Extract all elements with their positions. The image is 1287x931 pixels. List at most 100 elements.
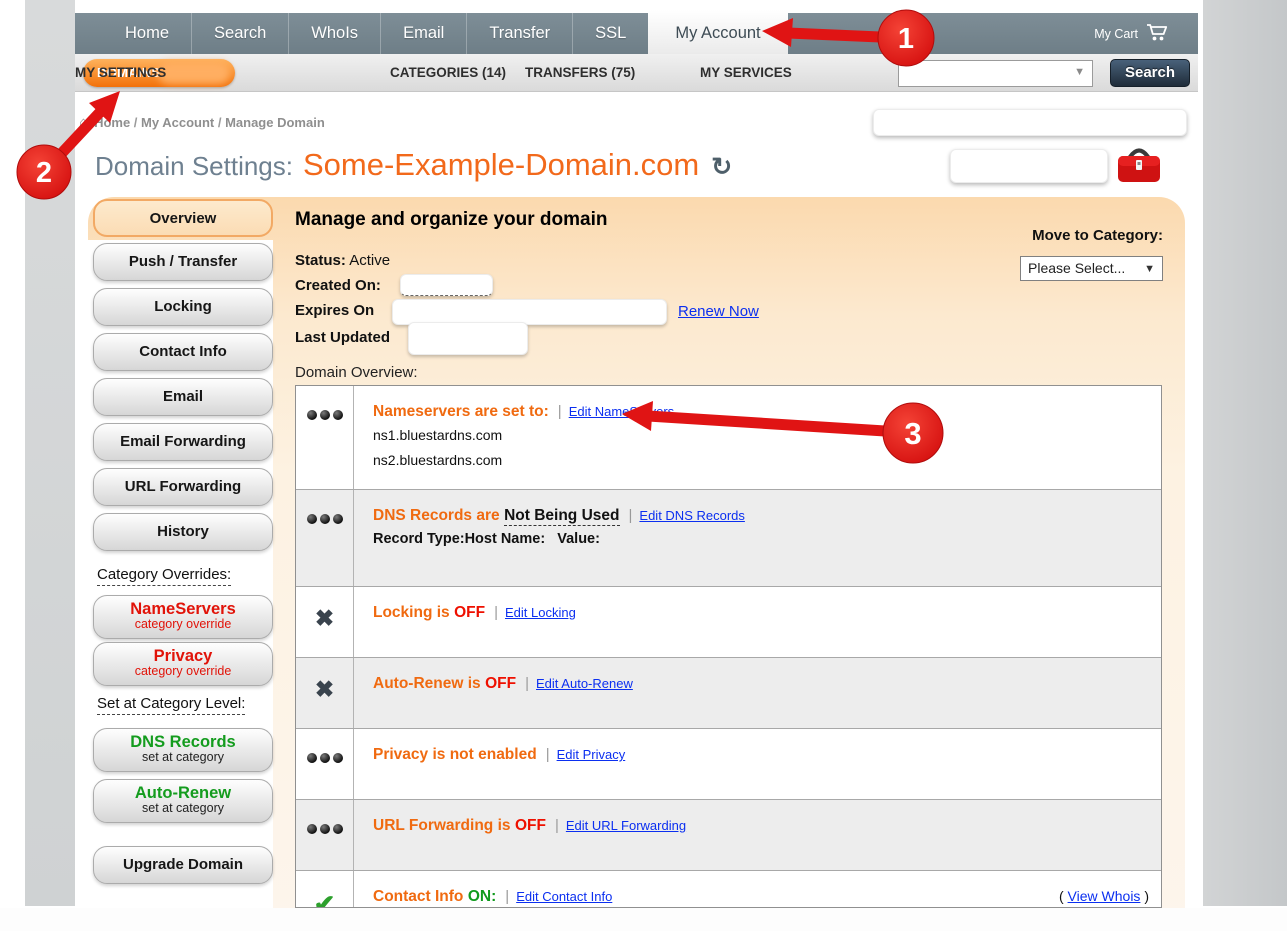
nav-tab-home[interactable]: Home: [103, 13, 191, 54]
set-at-category-label[interactable]: Set at Category Level:: [97, 695, 245, 715]
dot: [307, 410, 317, 420]
page-title: Domain Settings: Some-Example-Domain.com…: [95, 147, 732, 183]
edit-link-edit-dns-records[interactable]: Edit DNS Records: [639, 508, 744, 523]
sidebar-item-auto-renew[interactable]: Auto-Renewset at category: [93, 779, 273, 823]
sidebar-item-subtitle: category override: [94, 618, 272, 632]
sidebar-item-upgrade-domain[interactable]: Upgrade Domain: [93, 846, 273, 884]
breadcrumb-item-home[interactable]: Home: [94, 115, 130, 130]
renew-now-link[interactable]: Renew Now: [678, 303, 759, 320]
section-heading: Manage and organize your domain: [295, 209, 608, 231]
nav-tab-whois[interactable]: WhoIs: [288, 13, 380, 54]
sub-nav: DOMAINS CATEGORIES (14)TRANSFERS (75)MY …: [75, 54, 1198, 92]
row-icon-cell: [296, 729, 354, 799]
row-icon-cell: [296, 800, 354, 870]
chevron-down-icon[interactable]: ▼: [1074, 66, 1085, 78]
dot: [307, 824, 317, 834]
row-content: Nameservers are set to: | Edit NameServers…: [354, 386, 1161, 489]
row-main-text: URL Forwarding is: [373, 817, 511, 834]
row-content: Locking is OFF|Edit Locking: [354, 587, 1161, 657]
dot: [307, 753, 317, 763]
row-headline: Contact Info ON:|Edit Contact Info: [373, 888, 1141, 906]
sidebar-item-email-forwarding[interactable]: Email Forwarding: [93, 423, 273, 461]
separator: |: [546, 746, 550, 763]
sidebar-item-email[interactable]: Email: [93, 378, 273, 416]
move-to-category-label: Move to Category:: [1000, 227, 1163, 244]
edit-link-edit-locking[interactable]: Edit Locking: [505, 605, 576, 620]
more-dots-icon: [307, 753, 343, 763]
separator: |: [558, 403, 562, 420]
row-highlight-text: OFF: [515, 817, 546, 834]
sidebar-item-nameservers[interactable]: NameServerscategory override: [93, 595, 273, 639]
separator: |: [629, 507, 633, 524]
chevron-down-icon: ▼: [1144, 258, 1155, 281]
dot: [320, 753, 330, 763]
breadcrumb-item-my-account[interactable]: My Account: [141, 115, 214, 130]
subnav-item-my-services[interactable]: MY SERVICES: [700, 54, 792, 91]
subnav-item-my-settings[interactable]: MY SETTINGS: [75, 54, 166, 91]
nav-tab-search[interactable]: Search: [191, 13, 288, 54]
sidebar-item-privacy[interactable]: Privacycategory override: [93, 642, 273, 686]
nav-tab-email[interactable]: Email: [380, 13, 466, 54]
sidebar-item-locking[interactable]: Locking: [93, 288, 273, 326]
nameserver-line: ns1.bluestardns.com: [373, 425, 1141, 446]
separator: |: [494, 604, 498, 621]
table-row: URL Forwarding is OFF|Edit URL Forwardin…: [296, 799, 1161, 870]
right-gutter: [1203, 0, 1287, 906]
view-whois-link[interactable]: View Whois: [1068, 888, 1141, 904]
subnav-item-transfers-75[interactable]: TRANSFERS (75): [525, 54, 635, 91]
row-highlight-text: OFF: [485, 675, 516, 692]
row-headline: DNS Records are Not Being Used|Edit DNS …: [373, 507, 1141, 525]
nav-tab-transfer[interactable]: Transfer: [466, 13, 572, 54]
nav-tab-my-account[interactable]: My Account: [648, 10, 787, 57]
created-line: Created On:: [295, 277, 381, 294]
refresh-icon[interactable]: ↻: [711, 152, 732, 182]
sidebar-item-url-forwarding[interactable]: URL Forwarding: [93, 468, 273, 506]
dot: [333, 514, 343, 524]
more-dots-icon: [307, 824, 343, 834]
sidebar-item-push-transfer[interactable]: Push / Transfer: [93, 243, 273, 281]
table-row: Nameservers are set to: | Edit NameServers…: [296, 386, 1161, 489]
category-select[interactable]: Please Select... ▼: [1020, 256, 1163, 281]
separator: |: [525, 675, 529, 692]
row-content: Contact Info ON:|Edit Contact Info( View…: [354, 871, 1161, 908]
my-cart[interactable]: My Cart: [1010, 13, 1170, 54]
edit-link-edit-contact-info[interactable]: Edit Contact Info: [516, 889, 612, 904]
search-button[interactable]: Search: [1110, 59, 1190, 87]
sidebar-item-title: NameServers: [94, 600, 272, 618]
table-row: ✖Locking is OFF|Edit Locking: [296, 586, 1161, 657]
search-input[interactable]: [901, 63, 1071, 84]
row-content: DNS Records are Not Being Used|Edit DNS …: [354, 490, 1161, 586]
dot: [320, 824, 330, 834]
edit-link-edit-url-forwarding[interactable]: Edit URL Forwarding: [566, 818, 686, 833]
row-content: Auto-Renew is OFF|Edit Auto-Renew: [354, 658, 1161, 728]
nav-tab-ssl[interactable]: SSL: [572, 13, 648, 54]
sidebar-item-dns-records[interactable]: DNS Recordsset at category: [93, 728, 273, 772]
toolbox-icon[interactable]: [1115, 141, 1163, 187]
domain-search-combo[interactable]: ▼: [898, 60, 1093, 87]
row-icon-cell: ✖: [296, 587, 354, 657]
home-icon: ⌂: [79, 109, 88, 136]
more-dots-icon: [307, 514, 343, 524]
edit-link-edit-nameservers[interactable]: Edit NameServers: [569, 404, 674, 419]
sidebar-item-subtitle: set at category: [94, 751, 272, 765]
edit-link-edit-privacy[interactable]: Edit Privacy: [557, 747, 626, 762]
title-prefix: Domain Settings:: [95, 151, 293, 182]
sidebar-item-overview[interactable]: Overview: [93, 199, 273, 237]
row-headline: Privacy is not enabled|Edit Privacy: [373, 746, 1141, 764]
updated-line: Last Updated: [295, 329, 390, 346]
edit-link-edit-auto-renew[interactable]: Edit Auto-Renew: [536, 676, 633, 691]
row-main-text: Nameservers are set to:: [373, 403, 549, 420]
domain-overview-table: Nameservers are set to: | Edit NameServers…: [295, 385, 1162, 908]
x-mark-icon: ✖: [315, 678, 334, 701]
subnav-item-categories-14[interactable]: CATEGORIES (14): [390, 54, 506, 91]
sidebar-item-title: Auto-Renew: [94, 784, 272, 802]
category-overrides-label[interactable]: Category Overrides:: [97, 566, 231, 586]
bottom-cutoff: [0, 908, 1287, 931]
sidebar-item-history[interactable]: History: [93, 513, 273, 551]
breadcrumb-separator: /: [130, 115, 141, 130]
sidebar-item-contact-info[interactable]: Contact Info: [93, 333, 273, 371]
breadcrumb-item-manage-domain[interactable]: Manage Domain: [225, 115, 325, 130]
row-main-text: Contact Info: [373, 888, 463, 905]
sidebar-item-title: Privacy: [94, 647, 272, 665]
row-main-text: Locking is: [373, 604, 450, 621]
